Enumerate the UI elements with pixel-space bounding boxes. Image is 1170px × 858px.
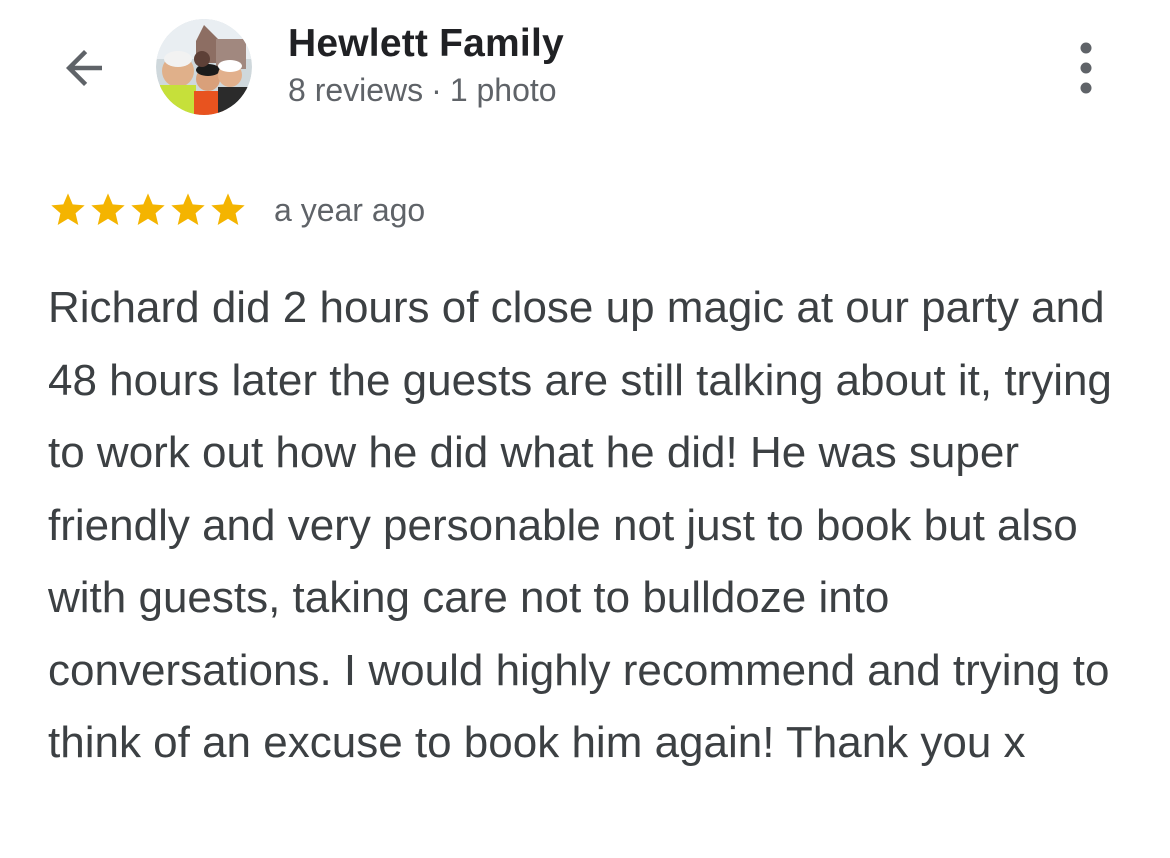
- reviewer-meta: 8 reviews · 1 photo: [288, 72, 557, 109]
- star-icon: [51, 193, 85, 225]
- star-icon: [171, 193, 205, 225]
- reviews-count: 8 reviews: [288, 72, 424, 108]
- meta-separator: ·: [431, 72, 442, 108]
- star-icon: [131, 193, 165, 225]
- review-time: a year ago: [274, 191, 426, 228]
- avatar[interactable]: [156, 19, 252, 115]
- avatar-photo: [156, 19, 252, 115]
- arrow-back-icon: [66, 50, 102, 86]
- more-vert-icon: [1080, 42, 1092, 94]
- review-text: Richard did 2 hours of close up magic at…: [48, 283, 1112, 767]
- star-icon: [211, 193, 245, 225]
- back-button[interactable]: [52, 38, 116, 98]
- rating-row: a year ago: [48, 186, 425, 234]
- star-rating: [48, 190, 248, 230]
- star-icon: [91, 193, 125, 225]
- review-header: Hewlett Family 8 reviews · 1 photo: [0, 0, 1170, 140]
- photos-count: 1 photo: [449, 72, 557, 108]
- more-options-button[interactable]: [1060, 36, 1112, 100]
- reviewer-name[interactable]: Hewlett Family: [288, 22, 564, 66]
